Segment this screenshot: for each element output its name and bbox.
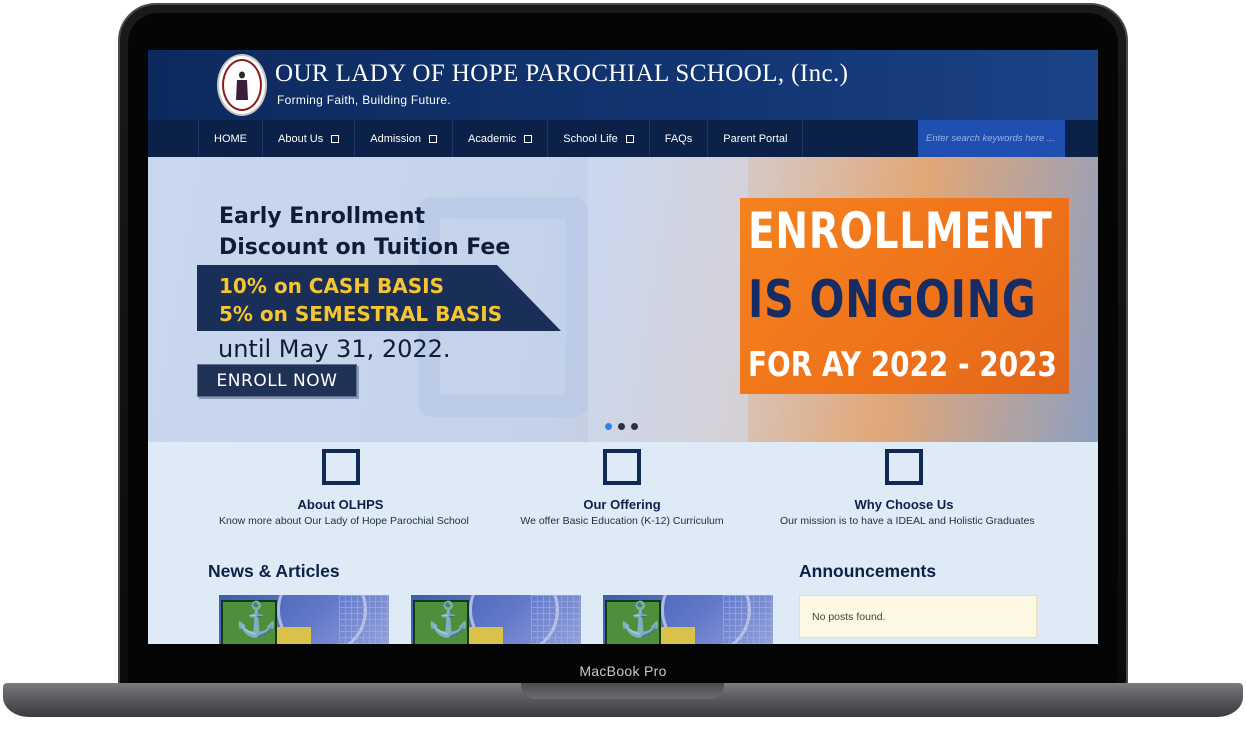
nav-item-admission[interactable]: Admission xyxy=(354,120,452,157)
promo-heading-line2: Discount on Tuition Fee xyxy=(219,235,511,260)
laptop-model-label: MacBook Pro xyxy=(579,663,667,679)
browser-viewport: OUR LADY OF HOPE PAROCHIAL SCHOOL, (Inc.… xyxy=(148,50,1098,644)
feature-title: About OLHPS xyxy=(297,497,384,512)
banner-line3: FOR AY 2022 - 2023 xyxy=(748,345,1057,385)
nav-item-academic[interactable]: Academic xyxy=(452,120,547,157)
feature-description: Our mission is to have a IDEAL and Holis… xyxy=(780,515,1035,527)
feature-offering[interactable]: Our Offering We offer Basic Education (K… xyxy=(512,442,732,527)
banner-line1: ENROLLMENT xyxy=(748,202,1053,260)
dropdown-icon xyxy=(524,134,533,143)
nav-item-label: FAQs xyxy=(664,132,693,145)
slider-dot-3[interactable] xyxy=(631,423,638,430)
nav-item-label: HOME xyxy=(214,132,247,145)
yellow-block xyxy=(277,627,311,644)
nav-item-parent-portal[interactable]: Parent Portal xyxy=(707,120,804,157)
announcements-panel: No posts found. xyxy=(799,595,1037,638)
hero-slider: Early Enrollment Discount on Tuition Fee… xyxy=(148,157,1098,442)
feature-why-choose[interactable]: Why Choose Us Our mission is to have a I… xyxy=(780,442,1035,527)
nav-item-about-us[interactable]: About Us xyxy=(262,120,354,157)
nav-item-label: School Life xyxy=(563,132,618,145)
madonna-figure-icon xyxy=(236,71,248,100)
feature-description: We offer Basic Education (K-12) Curricul… xyxy=(520,515,724,527)
pattern-graphic xyxy=(531,595,581,644)
slider-dot-2[interactable] xyxy=(618,423,625,430)
enroll-now-button[interactable]: ENROLL NOW xyxy=(197,364,357,397)
enrollment-banner: ENROLLMENT IS ONGOING FOR AY 2022 - 2023 xyxy=(740,198,1069,394)
site-tagline: Forming Faith, Building Future. xyxy=(277,93,452,107)
anchor-icon: ⚓ xyxy=(619,601,662,639)
feature-title: Why Choose Us xyxy=(854,497,954,512)
yellow-block xyxy=(469,627,503,644)
promo-semestral-discount: 5% on SEMESTRAL BASIS xyxy=(219,302,503,326)
promo-heading-line1: Early Enrollment xyxy=(219,204,426,229)
news-article-thumbnail[interactable]: ⚓ xyxy=(219,595,389,644)
school-logo[interactable] xyxy=(217,54,267,116)
dropdown-icon xyxy=(625,134,634,143)
yellow-block xyxy=(661,627,695,644)
placeholder-box-icon xyxy=(885,449,923,485)
nav-item-label: Admission xyxy=(370,132,421,145)
nav-item-label: Parent Portal xyxy=(723,132,788,145)
nav-list: HOME About Us Admission Academic School … xyxy=(198,120,804,157)
anchor-icon: ⚓ xyxy=(427,601,470,639)
dropdown-icon xyxy=(429,134,437,143)
placeholder-box-icon xyxy=(321,449,360,485)
feature-title: Our Offering xyxy=(583,497,661,512)
promo-cash-discount: 10% on CASH BASIS xyxy=(219,274,445,298)
slider-dot-1[interactable] xyxy=(605,423,612,430)
pattern-graphic xyxy=(339,595,389,644)
anchor-icon: ⚓ xyxy=(235,601,278,639)
slider-dots xyxy=(605,423,638,430)
announcements-heading: Announcements xyxy=(799,561,937,581)
announcements-empty-text: No posts found. xyxy=(812,611,886,623)
nav-item-home[interactable]: HOME xyxy=(198,120,262,157)
hero-background-shape xyxy=(588,157,748,442)
feature-description: Know more about Our Lady of Hope Parochi… xyxy=(219,515,469,527)
feature-about[interactable]: About OLHPS Know more about Our Lady of … xyxy=(219,442,469,527)
site-header: OUR LADY OF HOPE PAROCHIAL SCHOOL, (Inc.… xyxy=(148,50,1098,120)
site-title[interactable]: OUR LADY OF HOPE PAROCHIAL SCHOOL, (Inc.… xyxy=(275,60,848,88)
news-article-thumbnail[interactable]: ⚓ xyxy=(603,595,773,644)
news-heading: News & Articles xyxy=(208,561,340,581)
search-input[interactable] xyxy=(918,120,1065,157)
main-navigation: HOME About Us Admission Academic School … xyxy=(148,120,1098,157)
school-seal-icon xyxy=(222,59,262,111)
dropdown-icon xyxy=(331,134,340,143)
nav-item-faqs[interactable]: FAQs xyxy=(648,120,708,157)
nav-item-label: About Us xyxy=(278,132,324,145)
pattern-graphic xyxy=(723,595,773,644)
nav-item-label: Academic xyxy=(468,132,517,145)
laptop-base-notch xyxy=(521,683,724,699)
news-article-thumbnail[interactable]: ⚓ xyxy=(411,595,581,644)
nav-item-school-life[interactable]: School Life xyxy=(547,120,648,157)
banner-line2: IS ONGOING xyxy=(748,270,1037,330)
promo-deadline: until May 31, 2022. xyxy=(218,335,451,363)
placeholder-box-icon xyxy=(603,449,641,485)
feature-row: About OLHPS Know more about Our Lady of … xyxy=(148,442,1098,537)
